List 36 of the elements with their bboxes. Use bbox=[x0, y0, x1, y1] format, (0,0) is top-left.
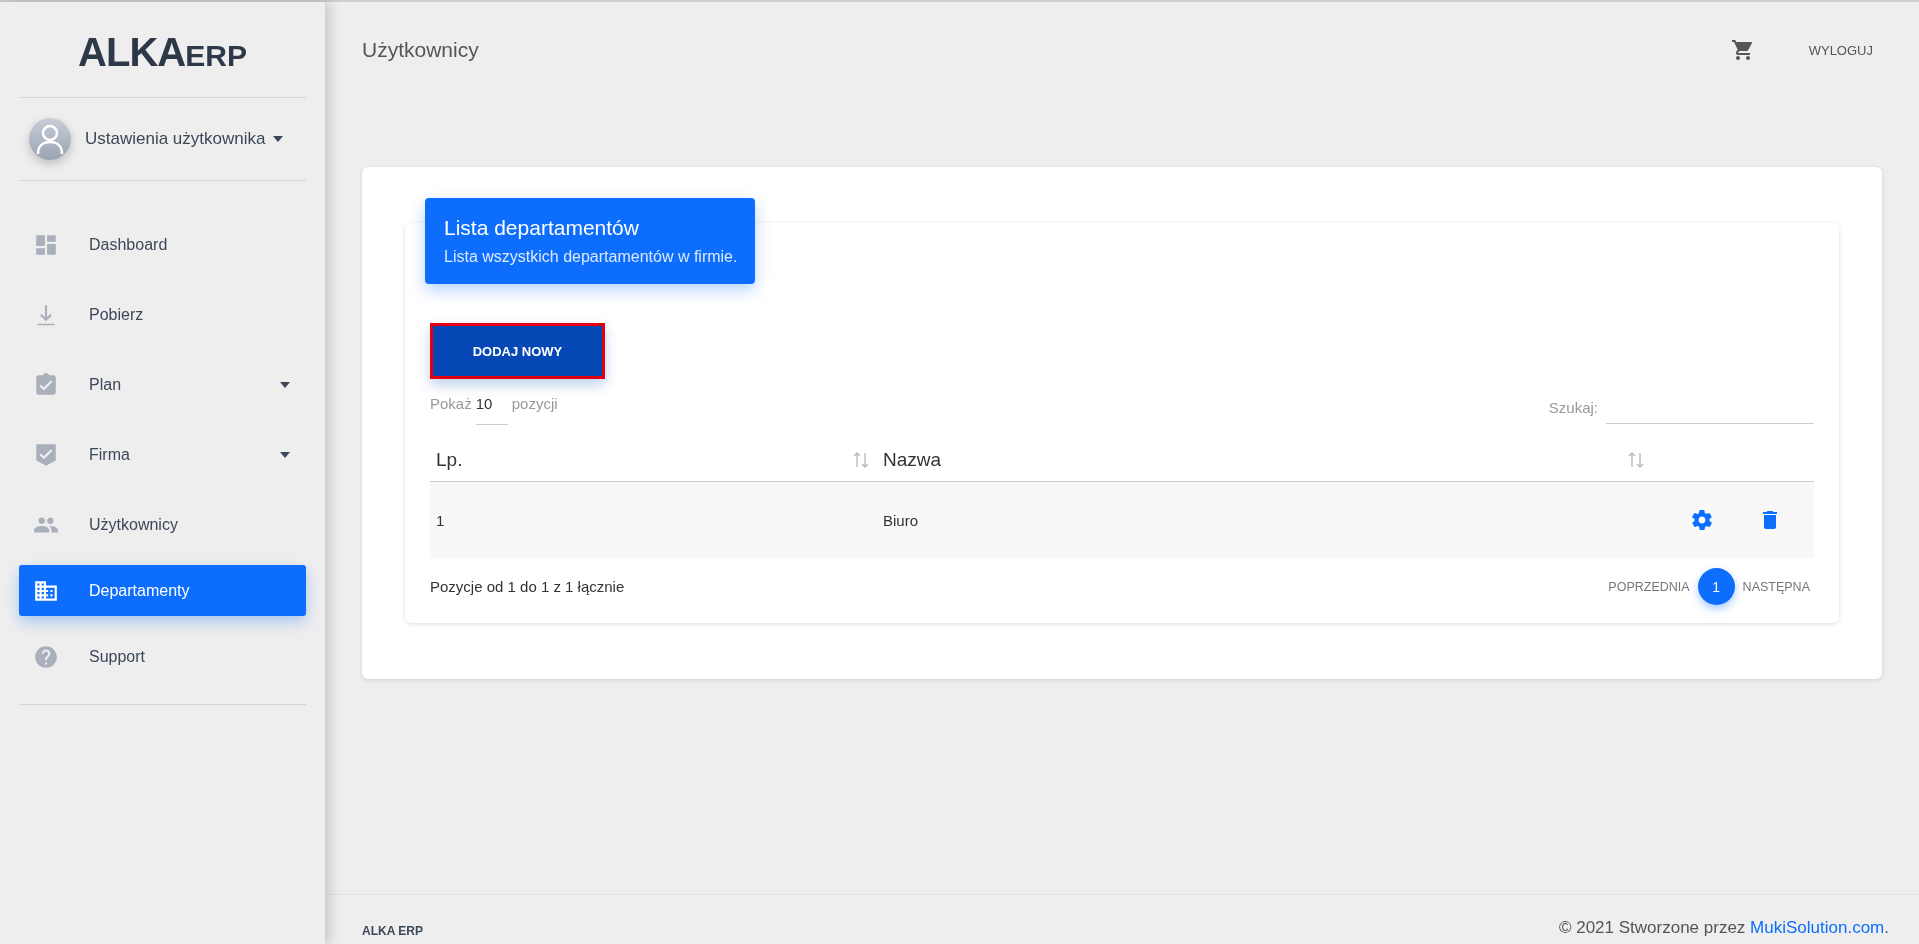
sidebar-item[interactable]: Dashboard bbox=[19, 215, 306, 274]
next-page-link[interactable]: NASTĘPNA bbox=[1738, 579, 1814, 594]
sidebar-item[interactable]: Firma bbox=[19, 425, 306, 484]
search-label: Szukaj: bbox=[1548, 399, 1598, 416]
logout-button[interactable]: WYLOGUJ bbox=[1802, 41, 1879, 59]
show-label: Pokaż bbox=[430, 395, 472, 412]
sidebar-item[interactable]: Support bbox=[19, 627, 306, 686]
logo: ALKAERP bbox=[19, 2, 306, 98]
user-settings-menu[interactable]: Ustawienia użytkownika bbox=[85, 129, 284, 149]
caret-icon bbox=[273, 136, 284, 142]
help-icon bbox=[33, 643, 59, 670]
sidebar-item[interactable]: Pobierz bbox=[19, 285, 306, 344]
card-title: Lista departamentów bbox=[444, 216, 640, 240]
page-title: Użytkownicy bbox=[362, 38, 480, 62]
sidebar-item[interactable]: Użytkownicy bbox=[19, 495, 306, 554]
sidebar-item[interactable]: Plan bbox=[19, 355, 306, 414]
cart-icon[interactable] bbox=[1730, 38, 1755, 62]
column-header[interactable]: Nazwa bbox=[883, 449, 942, 471]
entries-label: pozycji bbox=[511, 395, 558, 412]
card-subtitle: Lista wszystkich departamentów w firmie. bbox=[444, 248, 738, 266]
company-link[interactable]: MukiSolution.com bbox=[1750, 918, 1885, 937]
table-cell: 1 bbox=[436, 511, 445, 529]
previous-page-link[interactable]: POPRZEDNIA bbox=[1604, 579, 1694, 594]
shield-icon bbox=[33, 441, 59, 468]
page-size-field[interactable]: 10 bbox=[475, 395, 508, 425]
footer-brand: ALKA ERP bbox=[362, 924, 424, 938]
entries-info: Pozycje od 1 do 1 z 1 łącznie bbox=[430, 578, 626, 595]
page-number[interactable]: 1 bbox=[1697, 568, 1735, 605]
table-cell: Biuro bbox=[883, 511, 919, 529]
add-new-button[interactable]: DODAJ NOWY bbox=[430, 323, 605, 379]
copyright-text: © 2021 Stworzone przez MukiSolution.com. bbox=[1558, 918, 1889, 938]
avatar-icon bbox=[29, 118, 71, 160]
settings-icon[interactable] bbox=[1690, 508, 1714, 532]
clipboard-icon bbox=[33, 371, 59, 398]
column-header[interactable]: Lp. bbox=[436, 449, 463, 471]
sidebar-item[interactable]: Departamenty bbox=[19, 565, 306, 616]
